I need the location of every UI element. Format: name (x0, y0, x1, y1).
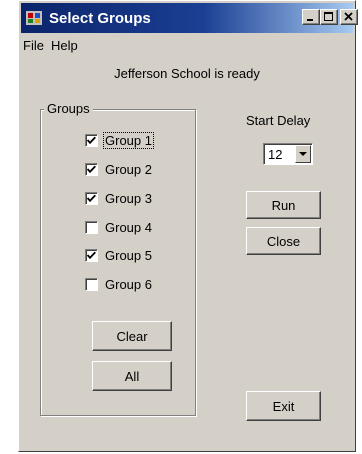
menu-help[interactable]: Help (51, 38, 78, 53)
minimize-button[interactable] (302, 9, 320, 25)
clear-button-label: Clear (116, 329, 148, 344)
groups-groupbox-label: Groups (44, 101, 93, 116)
close-window-button[interactable] (340, 9, 358, 25)
checkbox-label[interactable]: Group 6 (104, 277, 153, 292)
all-button-label: All (124, 369, 140, 384)
checkbox-label[interactable]: Group 3 (104, 191, 153, 206)
all-button[interactable]: All (92, 361, 172, 391)
checkmark-icon (87, 165, 96, 174)
exit-button[interactable]: Exit (246, 391, 321, 421)
start-delay-select[interactable]: 12 (263, 143, 313, 165)
checkbox-box[interactable] (85, 249, 98, 262)
close-button[interactable]: Close (246, 227, 321, 255)
start-delay-dropdown-button[interactable] (295, 145, 311, 163)
app-icon[interactable] (25, 9, 43, 27)
checkbox-box[interactable] (85, 134, 98, 147)
start-delay-label: Start Delay (246, 113, 311, 128)
menu-file[interactable]: File (23, 38, 44, 53)
status-message: Jefferson School is ready (114, 66, 260, 81)
checkmark-icon (87, 251, 96, 260)
run-button-label: Run (271, 198, 296, 213)
checkbox-box[interactable] (85, 163, 98, 176)
run-button[interactable]: Run (246, 191, 321, 219)
clear-button[interactable]: Clear (92, 321, 172, 351)
checkmark-icon (87, 136, 96, 145)
title-bar[interactable]: Select Groups (21, 3, 358, 33)
window-title: Select Groups (49, 10, 151, 27)
checkbox-box[interactable] (85, 278, 98, 291)
maximize-icon (324, 12, 333, 21)
start-delay-value: 12 (268, 147, 283, 162)
checkbox-label[interactable]: Group 4 (104, 220, 153, 235)
chevron-down-icon (299, 152, 307, 156)
close-button-label: Close (266, 234, 301, 249)
checkbox-box[interactable] (85, 192, 98, 205)
checkmark-icon (87, 194, 96, 203)
exit-button-label: Exit (272, 399, 295, 414)
maximize-button[interactable] (320, 9, 338, 25)
minimize-icon (307, 19, 313, 21)
checkbox-label[interactable]: Group 5 (104, 248, 153, 263)
menu-bar: File Help (23, 35, 351, 55)
checkbox-box[interactable] (85, 221, 98, 234)
checkbox-label[interactable]: Group 2 (104, 162, 153, 177)
close-icon (344, 12, 353, 21)
checkbox-label[interactable]: Group 1 (103, 132, 154, 149)
